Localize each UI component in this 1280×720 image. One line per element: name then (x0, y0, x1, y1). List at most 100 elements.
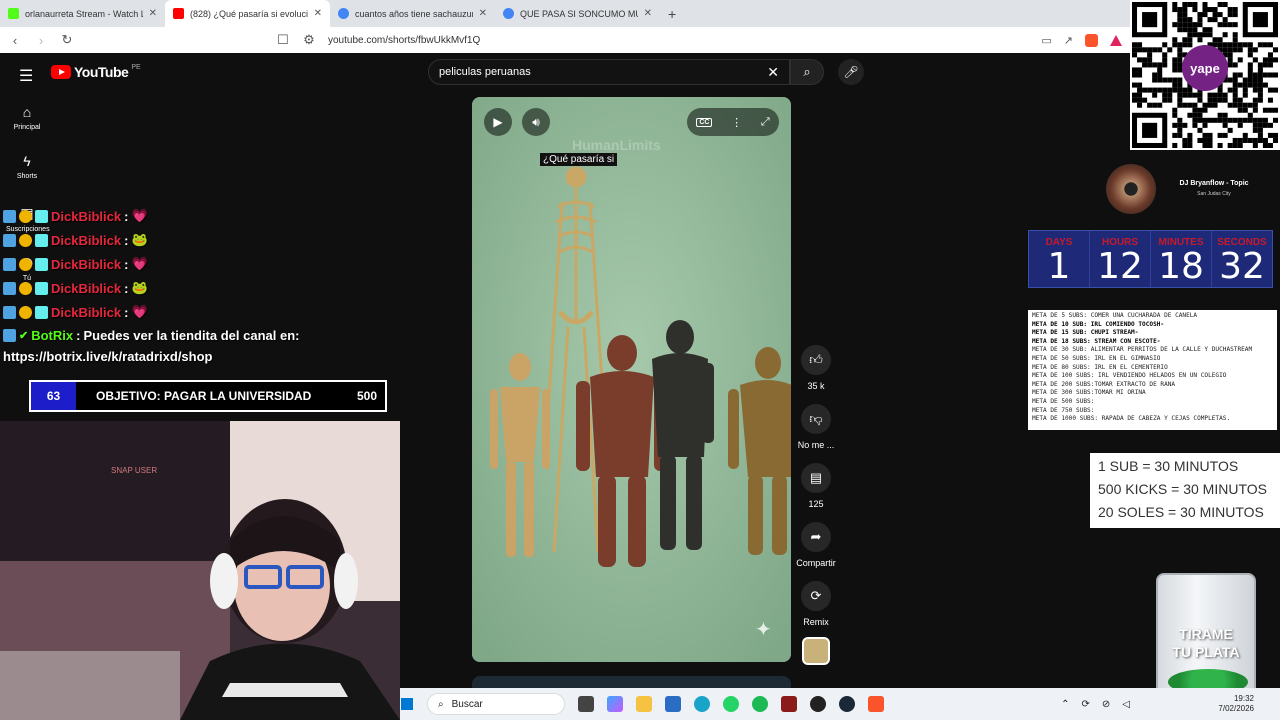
sub-goal-item: META DE 200 SUBS:TOMAR EXTRACTO DE RANA (1032, 380, 1176, 388)
obs-icon[interactable] (810, 696, 826, 712)
more-options-icon[interactable]: ⋮ (731, 116, 742, 129)
webcam-feed: SNAP USER (0, 421, 400, 720)
volume-button[interactable]: 🔊︎ (522, 108, 550, 136)
remix-label: Remix (803, 617, 829, 627)
brave-icon[interactable] (868, 696, 884, 712)
remix-button[interactable]: ⟳ Remix (796, 581, 836, 627)
url-field[interactable]: youtube.com/shorts/fbwUkkMvf1Q (328, 35, 480, 46)
sound-thumbnail[interactable] (802, 637, 830, 665)
browser-tab[interactable]: orlanaurreta Stream - Watch Live on ✕ (0, 0, 165, 27)
fullscreen-icon[interactable]: ⤢ (761, 116, 770, 129)
google-favicon-icon (503, 8, 514, 19)
brave-shield-icon[interactable] (1085, 33, 1098, 47)
new-tab-button[interactable]: + (660, 0, 684, 27)
search-icon: ⌕ (438, 698, 444, 710)
network-icon[interactable]: ⊘ (1102, 699, 1110, 710)
app-icon[interactable] (781, 696, 797, 712)
sub-goal-item: META DE 750 SUBS: (1032, 406, 1095, 414)
countdown-timer: DAYS 1 HOURS 12 MINUTES 18 SECONDS 32 (1028, 230, 1273, 288)
share-icon[interactable]: ↗ (1064, 34, 1073, 47)
sub-goal-item: META DE 5 SUBS: COMER UNA CUCHARADA DE C… (1032, 312, 1198, 319)
thumbs-up-icon: 👍︎ (801, 345, 831, 375)
volume-icon[interactable]: ◁ (1122, 699, 1130, 710)
album-name: San Judas City (1197, 191, 1231, 197)
menu-icon[interactable]: ☰ (19, 66, 33, 86)
brave-rewards-icon[interactable] (1110, 34, 1122, 46)
site-info-icon[interactable]: ⚙ (302, 32, 316, 48)
dislike-button[interactable]: 👎︎ No me ... (790, 404, 842, 450)
badge-icon (3, 329, 16, 342)
sidebar-item-shorts[interactable]: ϟ Shorts (6, 153, 48, 180)
task-view-icon[interactable] (578, 696, 594, 712)
whatsapp-icon[interactable] (723, 696, 739, 712)
chat-colon: : (124, 232, 129, 248)
search-input[interactable]: peliculas peruanas ✕ (428, 59, 790, 85)
bookmark-icon[interactable]: ☐ (276, 32, 290, 48)
comment-icon: ▤ (801, 463, 831, 493)
back-icon[interactable]: ‹ (8, 33, 22, 48)
chat-username: DickBiblick (51, 280, 122, 296)
sub-goal-item: META DE 1000 SUBS: RAPADA DE CABEZA Y CE… (1032, 415, 1231, 423)
reload-icon[interactable]: ↻ (60, 32, 74, 48)
close-icon[interactable]: ✕ (644, 8, 652, 19)
goal-current: 63 (31, 382, 76, 410)
comments-button[interactable]: ▤ 125 (796, 463, 836, 509)
captions-icon[interactable]: CC (696, 117, 713, 127)
store-icon[interactable] (665, 696, 681, 712)
browser-tab[interactable]: QUE PASA SI SONCUMO MUCHA CA ✕ (495, 0, 660, 27)
dislike-label: No me ... (797, 440, 835, 450)
share-button[interactable]: ➦ Compartir (790, 522, 842, 568)
youtube-wordmark: YouTube (74, 64, 129, 80)
tip-jar-label: TIRAME TU PLATA (1158, 625, 1254, 661)
taskbar-clock[interactable]: 19:32 7/02/2026 (1218, 694, 1254, 714)
voice-search-button[interactable]: 🎤︎ (838, 59, 864, 85)
spotify-icon[interactable] (752, 696, 768, 712)
browser-tab[interactable]: cuantos años tiene sachauzumaki - B ✕ (330, 0, 495, 27)
close-icon[interactable]: ✕ (149, 8, 157, 19)
next-short-preview[interactable] (472, 676, 791, 688)
youtube-favicon-icon (173, 8, 184, 19)
chat-username: DickBiblick (51, 304, 122, 320)
sparkle-icon: ✦ (755, 619, 772, 641)
forward-icon[interactable]: › (34, 33, 48, 48)
search-button[interactable]: ⌕ (790, 59, 824, 85)
close-icon[interactable]: ✕ (314, 8, 322, 19)
windows-start-icon[interactable] (401, 698, 413, 710)
video-caption: ¿Qué pasaría si (540, 153, 618, 166)
edge-icon[interactable] (694, 696, 710, 712)
thumbs-down-icon: 👎︎ (801, 404, 831, 434)
badge-icon (3, 257, 16, 271)
close-icon[interactable]: ✕ (479, 8, 487, 19)
chat-message: ✔ BotRix: Puedes ver la tiendita del can… (3, 328, 299, 343)
play-button[interactable]: ▶ (484, 108, 512, 136)
webcam-sign: SNAP USER (111, 466, 158, 475)
sub-goal-item: META DE 30 SUB: ALIMENTAR PERRITOS DE LA… (1032, 346, 1253, 354)
youtube-logo[interactable]: YouTube PE (51, 64, 141, 80)
short-video-player[interactable]: HumanLimits ¿Qué pasaría si ▶ 🔊︎ CC ⋮ ⤢ … (472, 97, 791, 662)
player-controls: CC ⋮ ⤢ (687, 108, 779, 136)
sidebar-item-home[interactable]: ⌂ Principal (6, 104, 48, 131)
badge-icon (3, 305, 16, 319)
search-query: peliculas peruanas (439, 66, 531, 78)
tab-title: orlanaurreta Stream - Watch Live on (25, 8, 143, 19)
cast-icon[interactable]: ▭ (1041, 34, 1051, 47)
badge-icon (19, 209, 32, 223)
steam-icon[interactable] (839, 696, 855, 712)
chat-emote: 🐸 (131, 280, 148, 295)
badge-icon (35, 305, 48, 319)
timer-value: 18 (1158, 246, 1204, 287)
copilot-icon[interactable] (607, 696, 623, 712)
yape-qr-code: yape (1130, 0, 1280, 150)
price-item: 500 KICKS = 30 MINUTOS (1098, 481, 1267, 497)
file-explorer-icon[interactable] (636, 696, 652, 712)
timer-days: DAYS 1 (1029, 231, 1089, 287)
like-button[interactable]: 👍︎ 35 k (796, 345, 836, 391)
browser-tab-active[interactable]: (828) ¿Qué pasaría si evoluciona ✕ (165, 0, 330, 27)
now-playing-widget: DJ Bryanflow - Topic San Judas City (1100, 160, 1270, 216)
sync-icon[interactable]: ⟳ (1082, 699, 1090, 710)
chat-text: Puedes ver la tiendita del canal en: (83, 328, 300, 343)
clear-search-icon[interactable]: ✕ (767, 64, 779, 81)
chevron-up-icon[interactable]: ⌃ (1061, 699, 1069, 710)
search-icon: ⌕ (803, 64, 811, 79)
taskbar-search[interactable]: ⌕ Buscar (427, 693, 565, 715)
